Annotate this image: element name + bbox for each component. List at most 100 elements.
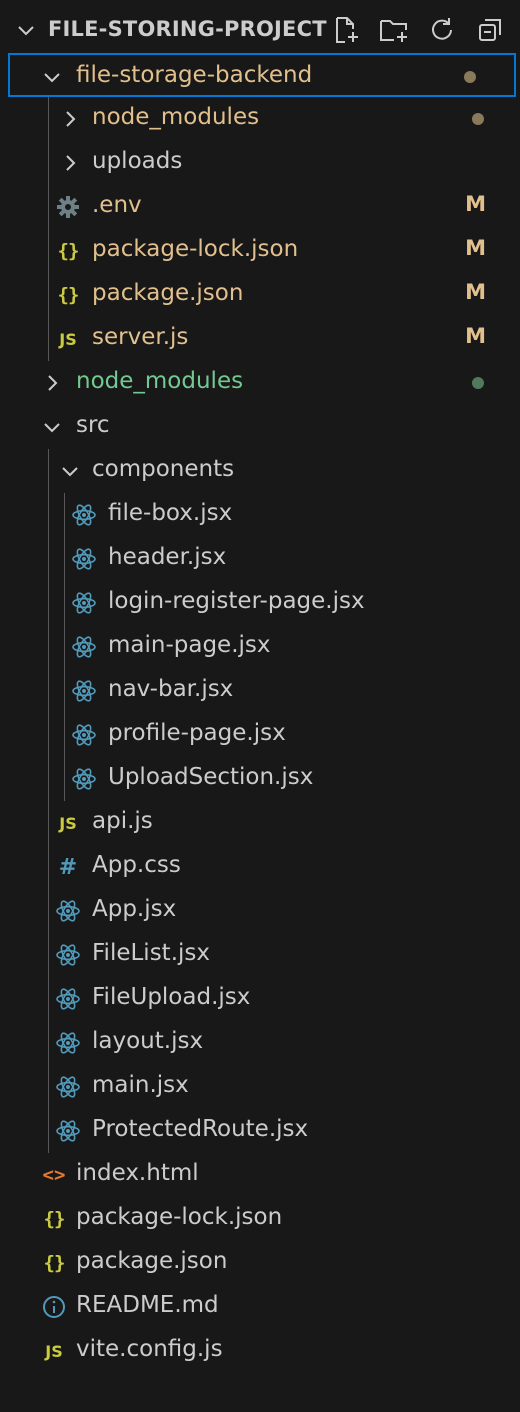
file-row-main-page-jsx[interactable]: main-page.jsx — [0, 625, 520, 669]
chevron-down-icon[interactable] — [14, 18, 38, 42]
tree-item-label: profile-page.jsx — [108, 720, 286, 746]
file-row-layout-jsx[interactable]: layout.jsx — [0, 1021, 520, 1065]
react-icon — [70, 545, 98, 573]
js-icon: JS — [59, 329, 77, 349]
tree-item-label: UploadSection.jsx — [108, 764, 314, 790]
indent-guide-components — [64, 493, 65, 801]
tree-item-label: layout.jsx — [92, 1028, 204, 1054]
react-icon — [54, 1029, 82, 1057]
tree-item-label: package.json — [92, 280, 244, 306]
explorer-panel: FILE-STORING-PROJECT file-storage-backen… — [0, 0, 520, 1412]
info-icon — [40, 1293, 68, 1321]
react-icon — [70, 589, 98, 617]
file-row--env[interactable]: .env M — [0, 185, 520, 229]
file-row-vite-config-js[interactable]: JS vite.config.js — [0, 1329, 520, 1373]
chevron-right-icon[interactable] — [40, 371, 64, 395]
chevron-down-icon[interactable] — [40, 415, 64, 439]
folder-row-components[interactable]: components — [0, 449, 520, 493]
tree-item-label: package-lock.json — [76, 1204, 283, 1230]
tree-item-label: login-register-page.jsx — [108, 588, 365, 614]
folder-row-src[interactable]: src — [0, 405, 520, 449]
new-folder-icon[interactable] — [378, 14, 410, 46]
chevron-down-icon[interactable] — [58, 459, 82, 483]
file-row-package-json[interactable]: {} package.json M — [0, 273, 520, 317]
tree-item-label: header.jsx — [108, 544, 227, 570]
collapse-all-icon[interactable] — [474, 14, 506, 46]
react-icon — [70, 677, 98, 705]
folder-row-node-modules[interactable]: node_modules — [0, 97, 520, 141]
react-icon — [70, 501, 98, 529]
file-row-profile-page-jsx[interactable]: profile-page.jsx — [0, 713, 520, 757]
git-status-dot — [472, 377, 484, 389]
tree-item-label: api.js — [92, 808, 153, 834]
json-icon: {} — [57, 240, 80, 262]
tree-item-label: main.jsx — [92, 1072, 189, 1098]
tree-item-label: main-page.jsx — [108, 632, 271, 658]
file-row-main-jsx[interactable]: main.jsx — [0, 1065, 520, 1109]
tree-item-label: App.jsx — [92, 896, 177, 922]
file-row-app-css[interactable]: # App.css — [0, 845, 520, 889]
tree-item-label: vite.config.js — [76, 1336, 223, 1362]
tree-item-label: server.js — [92, 324, 189, 350]
file-row-header-jsx[interactable]: header.jsx — [0, 537, 520, 581]
tree-item-label: FileList.jsx — [92, 940, 210, 966]
hash-icon: # — [58, 854, 78, 880]
file-row-app-jsx[interactable]: App.jsx — [0, 889, 520, 933]
new-file-icon[interactable] — [330, 14, 362, 46]
file-row-api-js[interactable]: JS api.js — [0, 801, 520, 845]
folder-row-file-storage-backend[interactable]: file-storage-backend — [8, 53, 516, 97]
react-icon — [54, 1117, 82, 1145]
folder-row-uploads[interactable]: uploads — [0, 141, 520, 185]
file-row-file-box-jsx[interactable]: file-box.jsx — [0, 493, 520, 537]
file-row-package-json[interactable]: {} package.json — [0, 1241, 520, 1285]
react-icon — [54, 1073, 82, 1101]
folder-row-node-modules[interactable]: node_modules — [0, 361, 520, 405]
file-row-nav-bar-jsx[interactable]: nav-bar.jsx — [0, 669, 520, 713]
chevron-down-icon[interactable] — [40, 65, 64, 89]
tree-item-label: package-lock.json — [92, 236, 299, 262]
tree-item-label: App.css — [92, 852, 181, 878]
json-icon: {} — [43, 1208, 66, 1230]
file-row-protectedroute-jsx[interactable]: ProtectedRoute.jsx — [0, 1109, 520, 1153]
git-status-badge: M — [465, 280, 486, 304]
file-row-index-html[interactable]: <> index.html — [0, 1153, 520, 1197]
refresh-icon[interactable] — [426, 14, 458, 46]
chevron-right-icon[interactable] — [58, 107, 82, 131]
git-status-dot — [472, 113, 484, 125]
json-icon: {} — [43, 1252, 66, 1274]
file-row-filelist-jsx[interactable]: FileList.jsx — [0, 933, 520, 977]
html-icon: <> — [42, 1164, 66, 1186]
react-icon — [70, 765, 98, 793]
file-row-login-register-page-jsx[interactable]: login-register-page.jsx — [0, 581, 520, 625]
tree-item-label: src — [76, 412, 110, 438]
tree-item-label: README.md — [76, 1292, 219, 1318]
tree-item-label: components — [92, 456, 235, 482]
react-icon — [70, 633, 98, 661]
gear-icon — [54, 193, 82, 221]
git-status-badge: M — [465, 236, 486, 260]
file-row-package-lock-json[interactable]: {} package-lock.json — [0, 1197, 520, 1241]
git-status-dot — [464, 71, 476, 83]
js-icon: JS — [45, 1341, 63, 1361]
tree-item-label: node_modules — [76, 368, 244, 394]
explorer-section-header[interactable]: FILE-STORING-PROJECT — [0, 8, 520, 52]
file-row-fileupload-jsx[interactable]: FileUpload.jsx — [0, 977, 520, 1021]
json-icon: {} — [57, 284, 80, 306]
tree-item-label: .env — [92, 192, 142, 218]
chevron-right-icon[interactable] — [58, 151, 82, 175]
react-icon — [54, 897, 82, 925]
tree-item-label: file-storage-backend — [76, 62, 313, 88]
tree-item-label: uploads — [92, 148, 183, 174]
file-row-readme-md[interactable]: README.md — [0, 1285, 520, 1329]
tree-item-label: FileUpload.jsx — [92, 984, 251, 1010]
file-row-uploadsection-jsx[interactable]: UploadSection.jsx — [0, 757, 520, 801]
react-icon — [54, 985, 82, 1013]
tree-item-label: index.html — [76, 1160, 199, 1186]
file-row-package-lock-json[interactable]: {} package-lock.json M — [0, 229, 520, 273]
tree-item-label: nav-bar.jsx — [108, 676, 234, 702]
explorer-title: FILE-STORING-PROJECT — [48, 17, 327, 41]
explorer-actions — [330, 14, 506, 46]
tree-item-label: node_modules — [92, 104, 260, 130]
file-row-server-js[interactable]: JS server.js M — [0, 317, 520, 361]
git-status-badge: M — [465, 324, 486, 348]
